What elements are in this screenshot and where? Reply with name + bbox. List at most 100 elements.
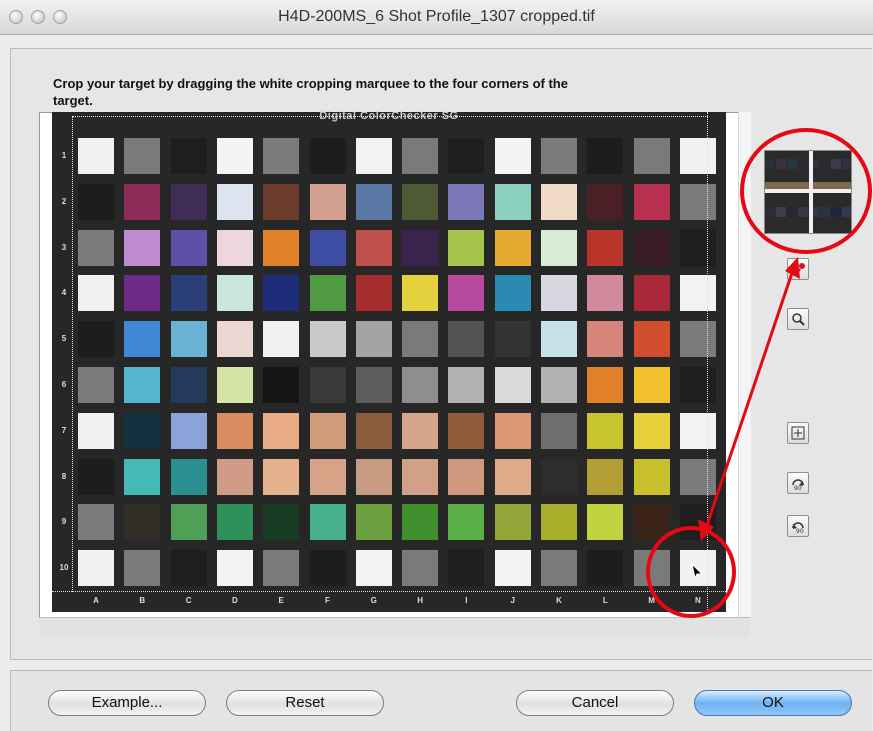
color-patch	[448, 412, 485, 449]
color-patch	[216, 458, 253, 495]
color-patch	[587, 321, 624, 358]
color-patch	[541, 412, 577, 449]
column-label: M	[648, 596, 655, 605]
color-patch	[633, 183, 670, 220]
column-label: B	[139, 596, 146, 605]
color-patch	[587, 458, 624, 495]
row-label: 10	[59, 563, 69, 573]
color-patch	[402, 550, 439, 587]
color-patch	[355, 504, 392, 541]
color-patch	[633, 550, 670, 587]
column-label: G	[370, 596, 377, 605]
loupe-pixel	[787, 159, 797, 169]
reset-button[interactable]: Reset	[226, 690, 384, 716]
horizontal-scrollbar[interactable]	[39, 617, 750, 638]
color-patch	[124, 504, 161, 541]
corner-zoom-preview	[764, 150, 852, 234]
color-patch	[263, 275, 300, 312]
column-label: K	[556, 596, 562, 605]
column-label: J	[510, 596, 515, 605]
color-patch	[78, 504, 114, 541]
color-patch	[587, 138, 624, 174]
color-patch	[541, 550, 577, 587]
loupe-pixel	[842, 159, 851, 169]
color-patch	[355, 367, 392, 403]
color-patch	[587, 504, 624, 541]
loupe-crosshair-vertical	[809, 151, 813, 233]
color-patch	[170, 138, 207, 174]
color-patch	[124, 367, 161, 403]
color-patch	[355, 321, 392, 358]
color-patch	[216, 321, 253, 358]
row-label: 4	[61, 288, 67, 298]
color-patch	[541, 367, 577, 403]
color-patch	[494, 367, 531, 403]
color-patch	[309, 275, 346, 312]
color-patch	[355, 412, 392, 449]
color-patch	[633, 138, 670, 174]
color-patch	[170, 229, 207, 266]
color-patch	[448, 321, 485, 358]
color-patch	[216, 504, 253, 541]
color-patch	[78, 229, 114, 266]
color-patch	[402, 412, 439, 449]
crop-marquee-bottom-edge[interactable]	[52, 591, 726, 592]
column-label: F	[325, 596, 330, 605]
color-patch	[541, 504, 577, 541]
column-label: D	[232, 596, 238, 605]
loupe-color-band	[765, 182, 851, 189]
color-patch	[170, 412, 207, 449]
color-patch	[633, 229, 670, 266]
loupe-pixel	[787, 207, 797, 217]
color-patch	[494, 504, 531, 541]
color-patch	[402, 183, 439, 220]
color-patch	[355, 138, 392, 174]
color-patch	[448, 183, 485, 220]
color-patch	[679, 138, 716, 174]
color-patch	[263, 183, 300, 220]
color-patch	[124, 138, 161, 174]
color-patch	[541, 458, 577, 495]
color-patch	[402, 229, 439, 266]
example-button[interactable]: Example...	[48, 690, 206, 716]
color-patch	[541, 229, 577, 266]
color-patch	[263, 367, 300, 403]
title-bar: H4D-200MS_6 Shot Profile_1307 cropped.ti…	[0, 0, 873, 35]
colorchecker-target-image[interactable]: Digital ColorChecker SG 1 2 3 4 5 6 7 8 9 10 A B C D E…	[52, 110, 726, 612]
color-patch	[309, 321, 346, 358]
loupe-pixel	[798, 159, 808, 169]
color-patch	[402, 275, 439, 312]
loupe-pixel	[820, 159, 830, 169]
color-patch	[355, 275, 392, 312]
column-label: A	[93, 596, 99, 605]
color-patch	[216, 229, 253, 266]
color-patch	[494, 412, 531, 449]
row-label: 1	[61, 151, 67, 160]
color-patch	[402, 458, 439, 495]
color-patch	[78, 458, 114, 495]
color-patch	[541, 183, 577, 220]
color-patch	[355, 550, 392, 587]
color-patch	[170, 367, 207, 403]
color-patch	[78, 138, 114, 174]
color-patch	[448, 504, 485, 541]
window-title: H4D-200MS_6 Shot Profile_1307 cropped.ti…	[278, 8, 595, 25]
color-patch	[309, 504, 346, 541]
color-patch	[216, 183, 253, 220]
loupe-pixel	[776, 159, 786, 169]
cancel-button[interactable]: Cancel	[516, 690, 674, 716]
color-patch	[494, 321, 531, 358]
color-patch	[402, 504, 439, 541]
column-label: I	[465, 596, 468, 605]
color-patch	[263, 229, 300, 266]
color-patch	[587, 183, 624, 220]
color-patch	[633, 367, 670, 403]
row-label: 9	[61, 517, 67, 527]
loupe-pixel	[831, 207, 841, 217]
column-label: H	[417, 596, 423, 605]
color-patch	[78, 275, 114, 312]
color-patch	[633, 321, 670, 358]
color-patch	[402, 138, 439, 174]
color-patch	[170, 458, 207, 495]
ok-button[interactable]: OK	[694, 690, 852, 716]
